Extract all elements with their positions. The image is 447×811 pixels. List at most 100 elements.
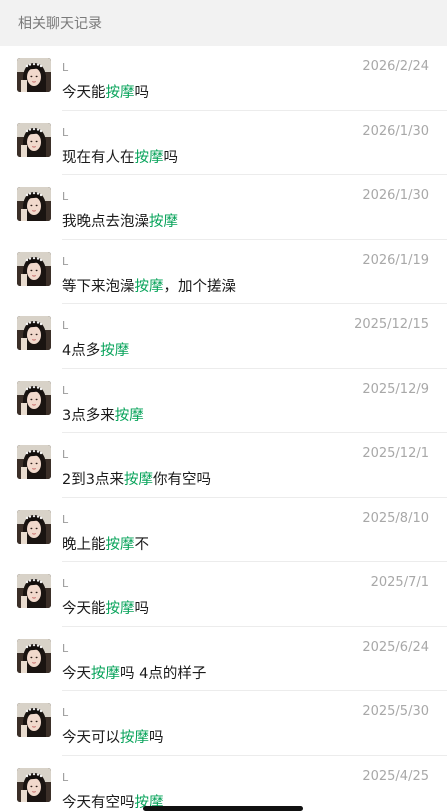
message-text-after: 吗 — [149, 730, 164, 746]
message-date: 2025/12/1 — [362, 446, 429, 461]
contact-name: L — [62, 125, 69, 139]
avatar[interactable] — [17, 187, 51, 221]
chat-search-results-page: 相关聊天记录 L 2026/2/24 今天能按摩吗 L 2026/1/30 现在… — [0, 0, 447, 811]
message-text-after: 吗 — [134, 601, 150, 617]
message-text-after: 你有空吗 — [152, 472, 211, 488]
avatar-image — [17, 58, 51, 92]
avatar-image — [17, 122, 51, 157]
avatar-image — [17, 767, 51, 802]
avatar-image — [17, 380, 51, 415]
message-date: 2026/1/30 — [362, 188, 429, 203]
result-row[interactable]: L 2025/7/1 今天能按摩吗 — [0, 562, 447, 627]
keyword-highlight: 按摩 — [120, 730, 149, 746]
message-preview: 今天能按摩吗 — [62, 81, 149, 102]
section-header: 相关聊天记录 — [0, 0, 447, 46]
message-text-after: ，加个搓澡 — [163, 278, 237, 295]
contact-name: L — [62, 190, 69, 203]
message-text-after: 吗 — [134, 85, 150, 101]
keyword-highlight: 按摩 — [91, 665, 120, 682]
avatar[interactable] — [17, 251, 51, 286]
avatar[interactable] — [17, 445, 51, 479]
avatar-image — [17, 316, 51, 350]
result-row[interactable]: L 2025/8/10 晚上能按摩不 — [0, 498, 447, 563]
message-preview: 等下来泡澡按摩，加个搓澡 — [62, 275, 236, 296]
message-text-after: 不 — [134, 536, 150, 553]
result-row[interactable]: L 2025/4/25 今天有空吗按摩 — [0, 756, 447, 811]
contact-name: L — [62, 319, 69, 332]
avatar-image — [17, 445, 51, 479]
contact-name: L — [62, 254, 69, 268]
message-text-after: 吗 4点的样子 — [120, 665, 207, 682]
keyword-highlight: 按摩 — [105, 536, 135, 553]
result-row[interactable]: L 2025/5/30 今天可以按摩吗 — [0, 691, 447, 756]
keyword-highlight: 按摩 — [105, 601, 135, 617]
avatar[interactable] — [17, 638, 51, 673]
message-date: 2026/1/30 — [362, 123, 429, 139]
message-date: 2025/4/25 — [362, 768, 429, 784]
keyword-highlight: 按摩 — [134, 278, 164, 295]
message-text-before: 今天能 — [62, 85, 106, 101]
result-row[interactable]: L 2025/12/15 4点多按摩 — [0, 304, 447, 369]
avatar[interactable] — [17, 316, 51, 350]
contact-name: L — [62, 383, 69, 397]
keyword-highlight: 按摩 — [100, 343, 130, 359]
message-preview: 晚上能按摩不 — [62, 533, 149, 554]
message-text-before: 今天能 — [62, 601, 106, 617]
result-row[interactable]: L 2025/12/9 3点多来按摩 — [0, 369, 447, 434]
message-preview: 今天能按摩吗 — [62, 597, 149, 618]
message-date: 2025/12/15 — [354, 317, 429, 332]
message-preview: 2到3点来按摩你有空吗 — [62, 468, 211, 489]
contact-name: L — [62, 641, 69, 655]
result-row[interactable]: L 2026/1/30 现在有人在按摩吗 — [0, 111, 447, 176]
avatar-image — [17, 251, 51, 286]
avatar-image — [17, 703, 51, 737]
message-text-before: 4点多 — [62, 343, 101, 359]
message-text-before: 晚上能 — [62, 536, 106, 553]
message-date: 2025/6/24 — [362, 639, 429, 655]
keyword-highlight: 按摩 — [149, 214, 178, 230]
avatar[interactable] — [17, 509, 51, 544]
message-preview: 4点多按摩 — [62, 339, 129, 360]
result-row[interactable]: L 2025/6/24 今天按摩吗 4点的样子 — [0, 627, 447, 692]
message-date: 2025/5/30 — [362, 704, 429, 719]
message-date: 2025/7/1 — [370, 575, 429, 590]
avatar[interactable] — [17, 58, 51, 92]
result-list: L 2026/2/24 今天能按摩吗 L 2026/1/30 现在有人在按摩吗 … — [0, 46, 447, 811]
message-preview: 今天可以按摩吗 — [62, 726, 164, 747]
message-text-before: 等下来泡澡 — [62, 278, 135, 295]
result-row[interactable]: L 2025/12/1 2到3点来按摩你有空吗 — [0, 433, 447, 498]
message-text-before: 2到3点来 — [62, 472, 124, 488]
message-text-before: 今天 — [62, 665, 91, 682]
avatar-image — [17, 509, 51, 544]
avatar[interactable] — [17, 767, 51, 802]
message-preview: 今天按摩吗 4点的样子 — [62, 662, 206, 683]
contact-name: L — [62, 512, 69, 526]
keyword-highlight: 按摩 — [134, 149, 164, 166]
contact-name: L — [62, 706, 69, 719]
home-indicator — [143, 806, 303, 811]
message-text-before: 现在有人在 — [62, 149, 135, 166]
message-date: 2026/2/24 — [362, 59, 429, 74]
avatar-image — [17, 187, 51, 221]
message-date: 2025/12/9 — [362, 381, 429, 397]
message-text-before: 今天有空吗 — [62, 794, 135, 811]
message-text-after: 吗 — [163, 149, 179, 166]
avatar[interactable] — [17, 703, 51, 737]
keyword-highlight: 按摩 — [105, 85, 135, 101]
keyword-highlight: 按摩 — [123, 472, 153, 488]
result-row[interactable]: L 2026/2/24 今天能按摩吗 — [0, 46, 447, 111]
contact-name: L — [62, 577, 69, 590]
message-text-before: 我晚点去泡澡 — [62, 214, 149, 230]
avatar[interactable] — [17, 574, 51, 608]
message-text-before: 今天可以 — [62, 730, 120, 746]
section-title: 相关聊天记录 — [18, 16, 102, 32]
contact-name: L — [62, 448, 69, 461]
message-text-before: 3点多来 — [62, 407, 115, 424]
avatar[interactable] — [17, 122, 51, 157]
avatar[interactable] — [17, 380, 51, 415]
message-date: 2025/8/10 — [362, 510, 429, 526]
result-row[interactable]: L 2026/1/30 我晚点去泡澡按摩 — [0, 175, 447, 240]
result-row[interactable]: L 2026/1/19 等下来泡澡按摩，加个搓澡 — [0, 240, 447, 305]
message-preview: 我晚点去泡澡按摩 — [62, 210, 178, 231]
message-preview: 现在有人在按摩吗 — [62, 146, 178, 167]
